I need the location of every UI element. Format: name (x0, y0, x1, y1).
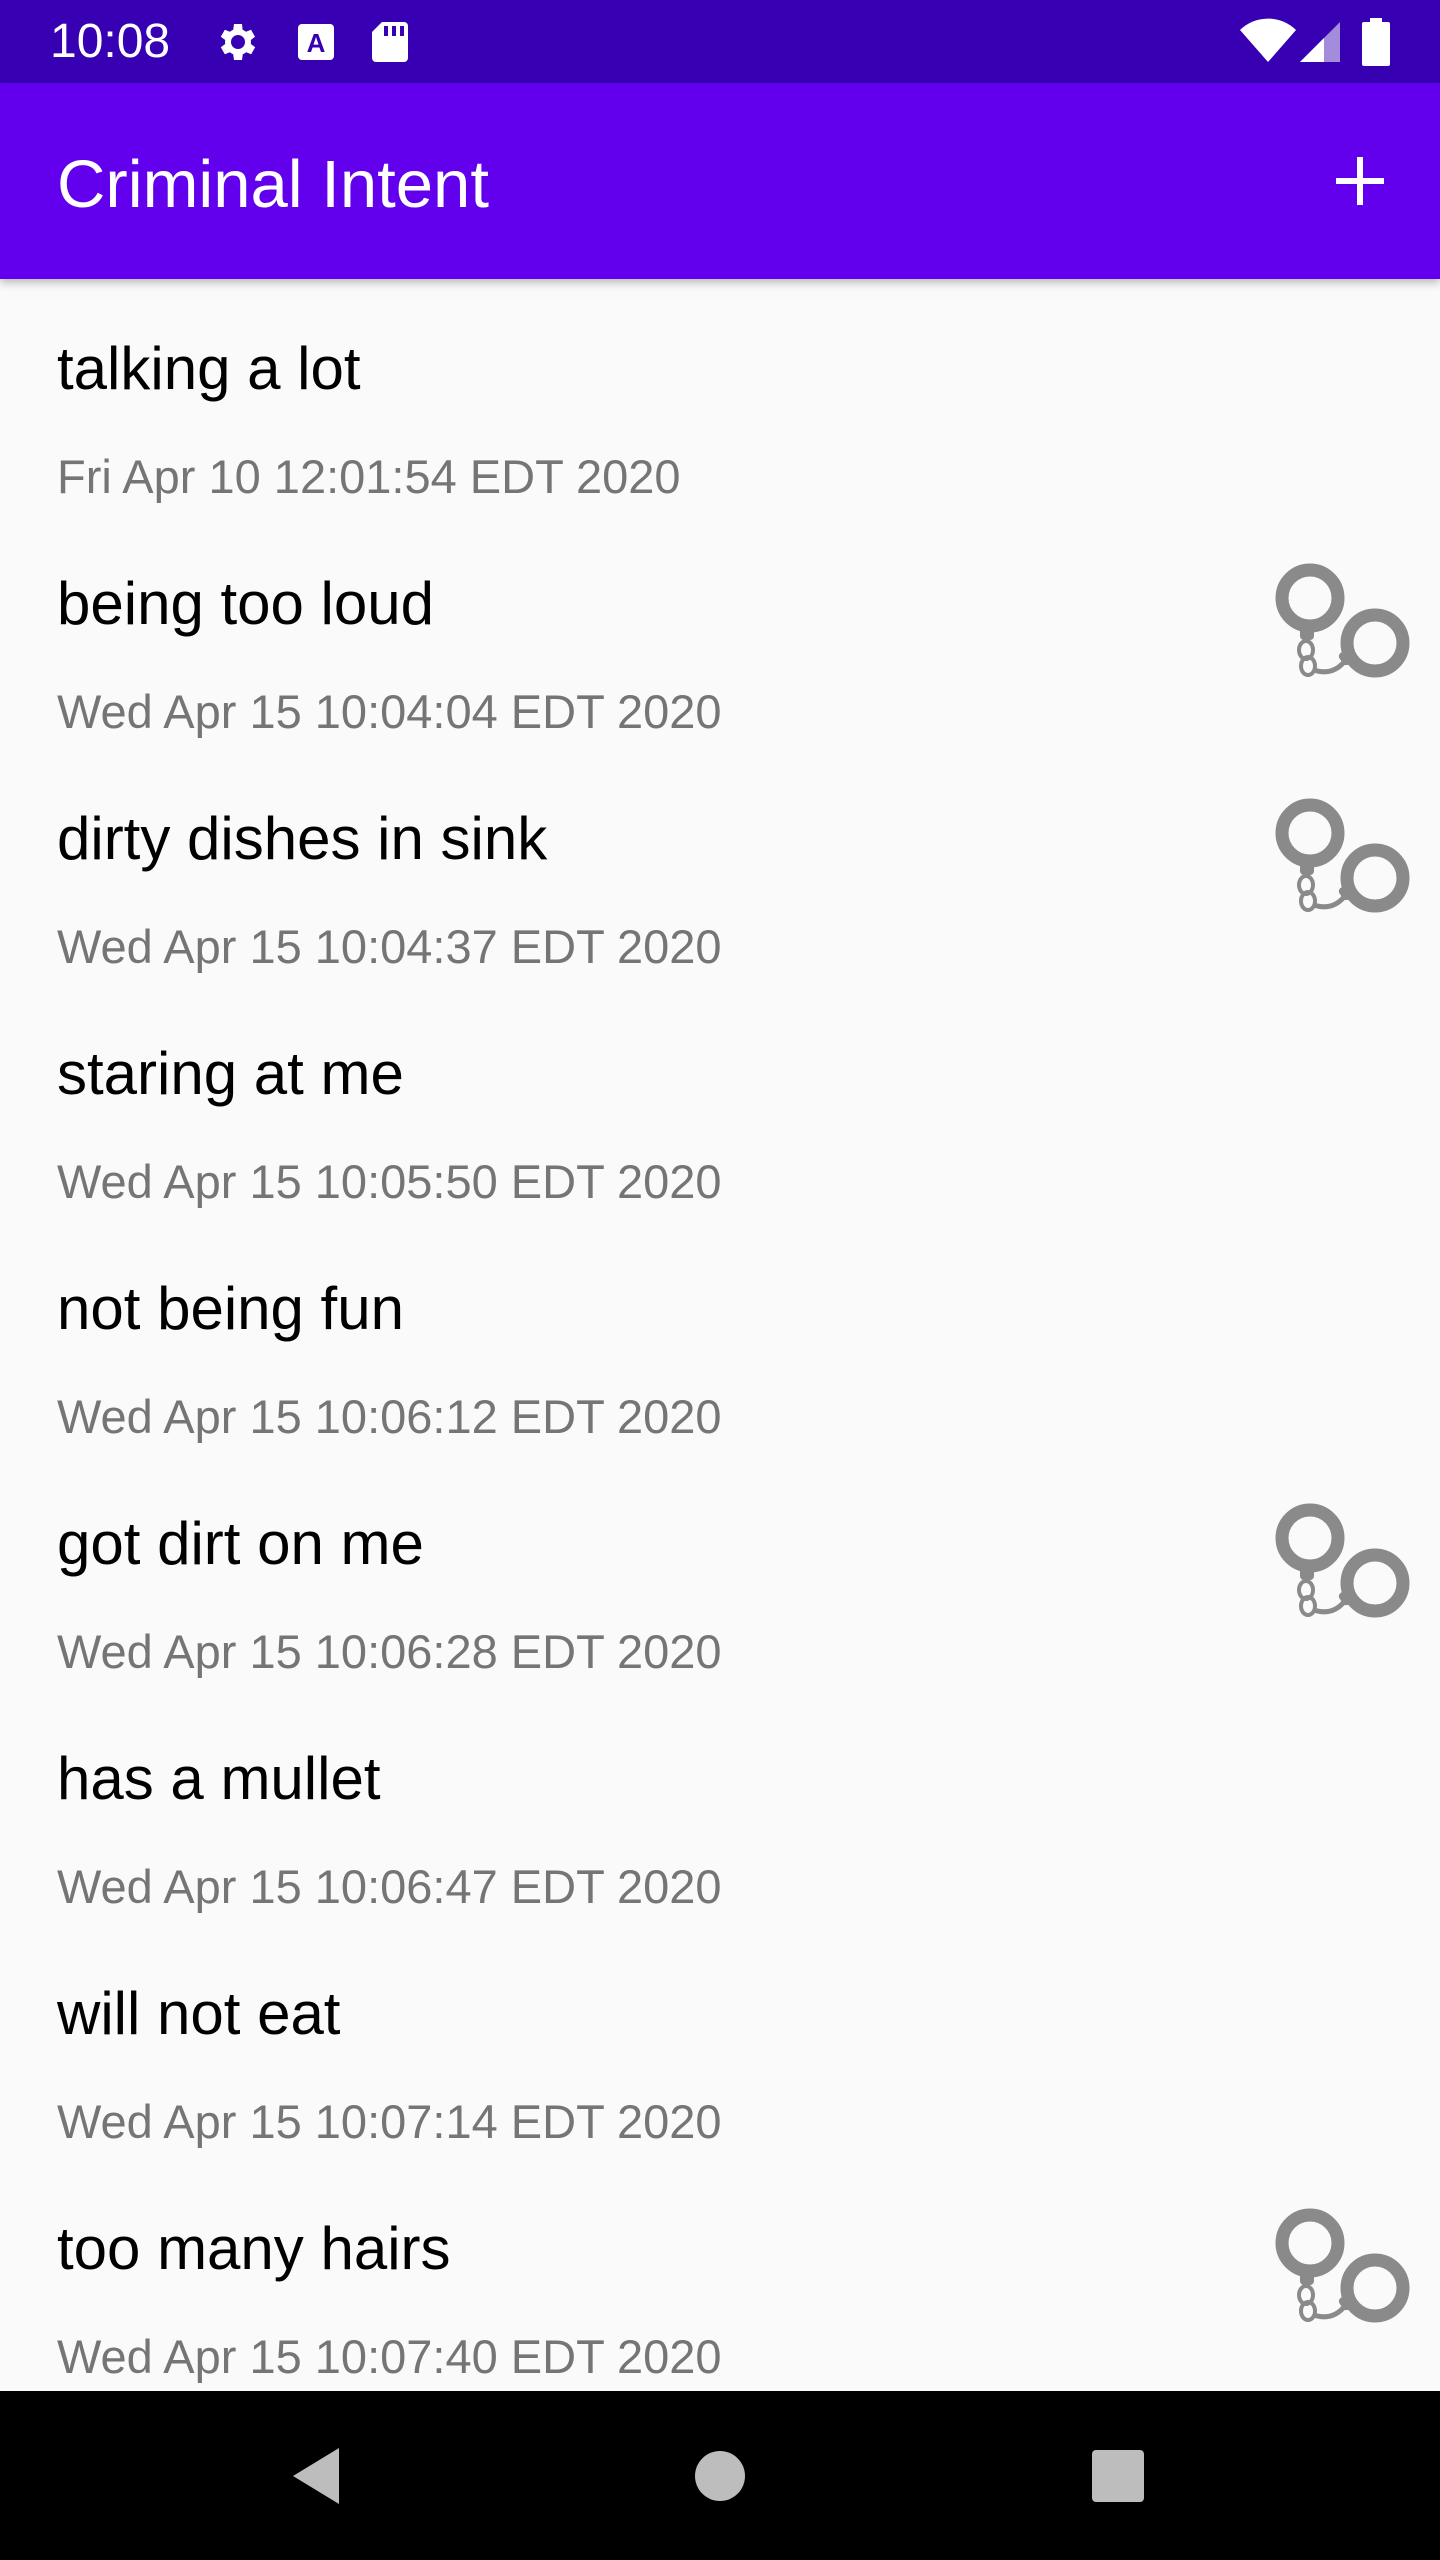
handcuff-icon (1270, 1498, 1420, 1628)
app-bar: Criminal Intent (0, 83, 1440, 279)
text-icon: A (298, 24, 334, 60)
crime-date: Wed Apr 15 10:06:12 EDT 2020 (57, 1390, 722, 1443)
crime-row[interactable]: being too loud Wed Apr 15 10:04:04 EDT 20… (0, 514, 1440, 749)
sd-card-icon (372, 22, 408, 62)
crime-title: not being fun (57, 1275, 404, 1342)
crime-row[interactable]: has a mullet Wed Apr 15 10:06:47 EDT 2020 (0, 1689, 1440, 1924)
handcuff-icon (1270, 558, 1420, 688)
crime-row[interactable]: dirty dishes in sink Wed Apr 15 10:04:37 … (0, 749, 1440, 984)
status-bar: 10:08 A (0, 0, 1440, 83)
crime-title: will not eat (57, 1980, 341, 2047)
wifi-icon (1240, 18, 1296, 63)
crime-title: too many hairs (57, 2215, 451, 2282)
crime-date: Wed Apr 15 10:06:47 EDT 2020 (57, 1860, 722, 1913)
crime-title: dirty dishes in sink (57, 805, 548, 872)
crime-row[interactable]: got dirt on me Wed Apr 15 10:06:28 EDT 20… (0, 1454, 1440, 1689)
crime-date: Wed Apr 15 10:07:40 EDT 2020 (57, 2330, 722, 2383)
crime-date: Wed Apr 15 10:04:04 EDT 2020 (57, 685, 722, 738)
crime-title: got dirt on me (57, 1510, 424, 1577)
gear-icon (220, 24, 256, 60)
crime-title: talking a lot (57, 335, 361, 402)
recents-button[interactable] (1073, 2431, 1163, 2521)
crime-title: has a mullet (57, 1745, 381, 1812)
crime-row[interactable]: talking a lot Fri Apr 10 12:01:54 EDT 202… (0, 279, 1440, 514)
crime-row[interactable]: too many hairs Wed Apr 15 10:07:40 EDT 20… (0, 2159, 1440, 2391)
crime-date: Wed Apr 15 10:07:14 EDT 2020 (57, 2095, 722, 2148)
battery-icon (1362, 18, 1390, 66)
crime-title: staring at me (57, 1040, 404, 1107)
status-icons-right (1240, 18, 1400, 66)
app-title: Criminal Intent (57, 147, 489, 222)
crime-row[interactable]: not being fun Wed Apr 15 10:06:12 EDT 202… (0, 1219, 1440, 1454)
crime-title: being too loud (57, 570, 434, 637)
handcuff-icon (1270, 2203, 1420, 2333)
plus-icon (1336, 157, 1384, 205)
crime-row[interactable]: staring at me Wed Apr 15 10:05:50 EDT 202… (0, 984, 1440, 1219)
home-button[interactable] (675, 2431, 765, 2521)
crime-date: Fri Apr 10 12:01:54 EDT 2020 (57, 450, 681, 503)
status-time: 10:08 (50, 15, 171, 68)
back-button[interactable] (272, 2431, 362, 2521)
recents-icon (1092, 2450, 1144, 2502)
svg-text:A: A (307, 28, 326, 58)
crime-row[interactable]: will not eat Wed Apr 15 10:07:14 EDT 2020 (0, 1924, 1440, 2159)
crime-date: Wed Apr 15 10:06:28 EDT 2020 (57, 1625, 722, 1678)
home-icon (695, 2451, 745, 2501)
crime-date: Wed Apr 15 10:04:37 EDT 2020 (57, 920, 722, 973)
handcuff-icon (1270, 793, 1420, 923)
crime-date: Wed Apr 15 10:05:50 EDT 2020 (57, 1155, 722, 1208)
signal-icon (1300, 22, 1340, 62)
add-crime-button[interactable] (1310, 131, 1410, 231)
navigation-bar (0, 2391, 1440, 2560)
crime-list[interactable]: talking a lot Fri Apr 10 12:01:54 EDT 202… (0, 279, 1440, 2391)
back-icon (293, 2448, 339, 2504)
